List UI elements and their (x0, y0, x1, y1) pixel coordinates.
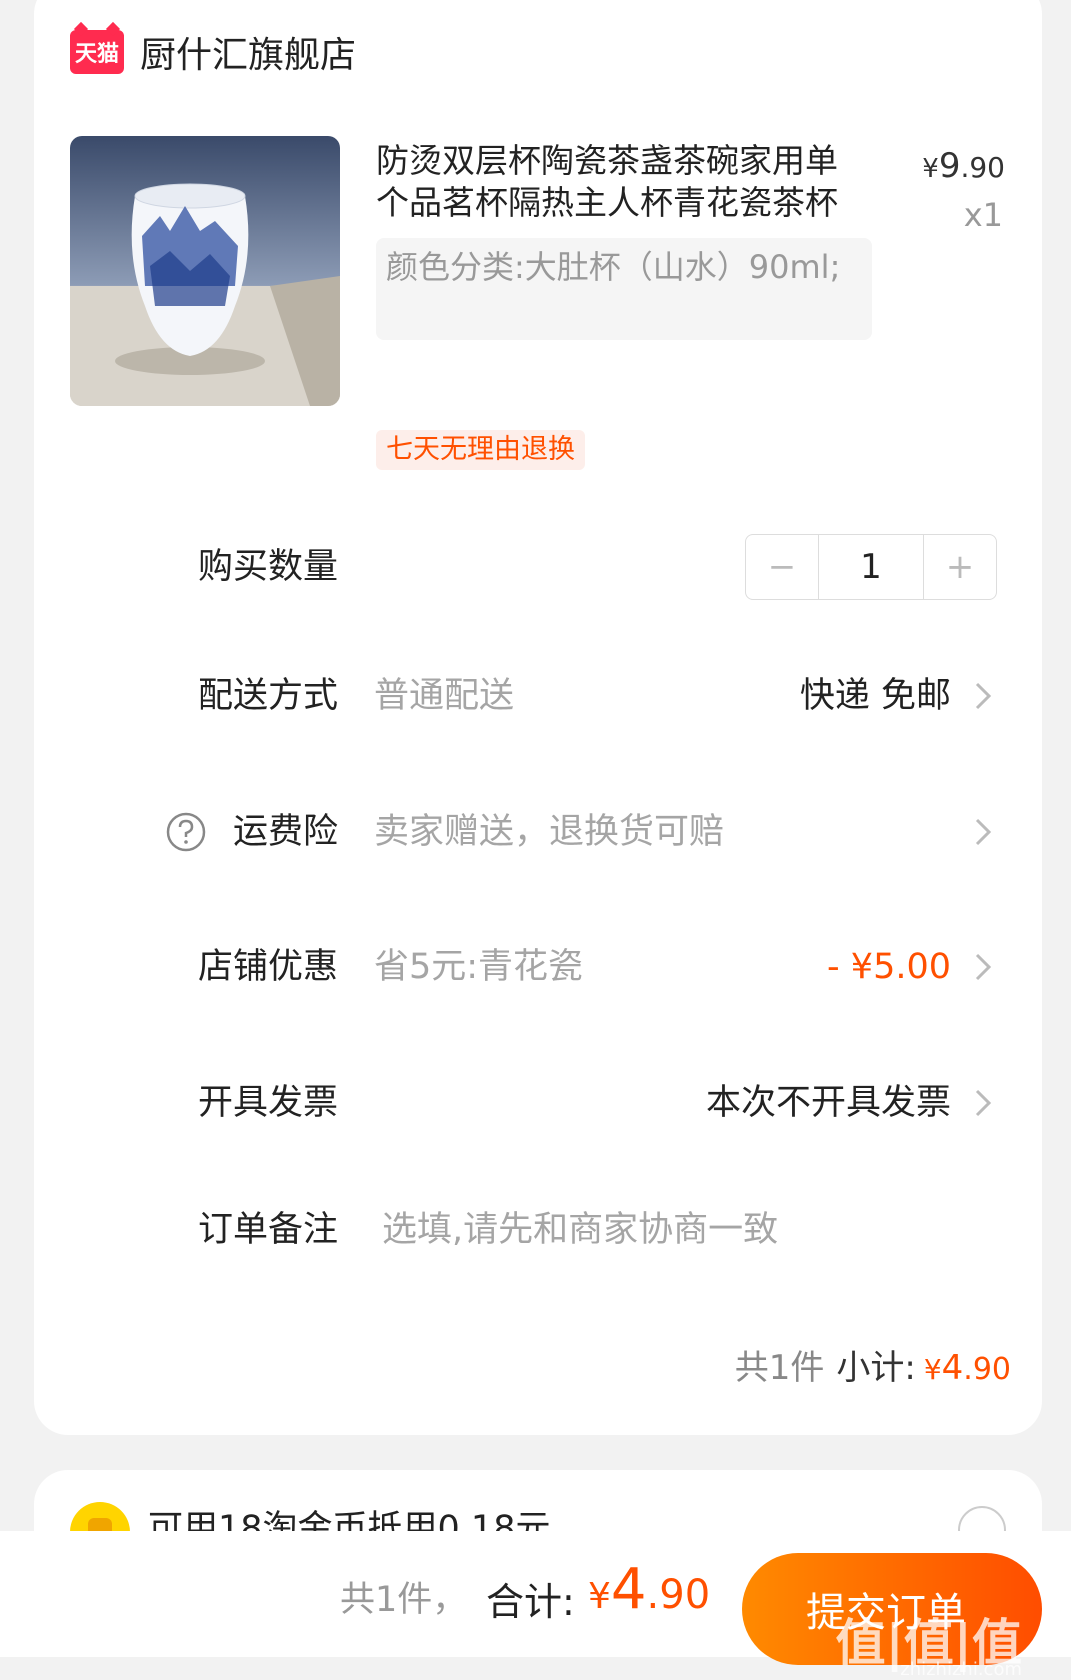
help-icon[interactable] (166, 812, 206, 852)
increase-button[interactable]: + (924, 535, 996, 599)
subtotal-amount: ¥4.90 (924, 1348, 1011, 1388)
total-decimal: .90 (646, 1572, 711, 1618)
total-label: 合计: (486, 1580, 575, 1624)
insurance-label: 运费险 (232, 812, 338, 852)
invoice-value: 本次不开具发票 (705, 1083, 951, 1123)
total-count: 共1件， (340, 1580, 468, 1620)
tmall-logo-icon: 天猫 (70, 30, 124, 74)
shipping-value: 快递 免邮 (799, 676, 951, 716)
subtotal: 共1件 小计: ¥4.90 (735, 1340, 1011, 1389)
subtotal-integer: 4 (941, 1348, 964, 1388)
discount-desc: 省5元:青花瓷 (374, 947, 584, 987)
shop-discount-row[interactable]: 店铺优惠 省5元:青花瓷 - ¥5.00 (0, 937, 1071, 997)
product-title[interactable]: 防烫双层杯陶瓷茶盏茶碗家用单个品茗杯隔热主人杯青花瓷茶杯 (376, 140, 846, 224)
total-currency: ¥ (588, 1576, 611, 1617)
insurance-row[interactable]: 运费险 卖家赠送，退换货可赔 (0, 802, 1071, 862)
product-quantity: x1 (963, 196, 1003, 234)
shipping-row[interactable]: 配送方式 普通配送 快递 免邮 (0, 666, 1071, 726)
price-decimal: .90 (960, 151, 1005, 184)
checkout-bar: 共1件， 合计: ¥4.90 提交订单 值|值|值 zhizhizhi.com (0, 1531, 1071, 1680)
shipping-label: 配送方式 (197, 676, 338, 716)
decrease-button[interactable]: − (746, 535, 818, 599)
watermark-url: zhizhizhi.com (900, 1659, 1022, 1680)
tmall-badge-text: 天猫 (74, 42, 119, 67)
order-note-row: 订单备注 选填,请先和商家协商一致 (0, 1200, 1071, 1260)
shop-name[interactable]: 厨什汇旗舰店 (140, 26, 356, 78)
note-input[interactable]: 选填,请先和商家协商一致 (382, 1200, 778, 1260)
total-amount: ¥4.90 (588, 1557, 710, 1622)
discount-label: 店铺优惠 (197, 947, 338, 987)
quantity-value[interactable]: 1 (818, 535, 924, 599)
chevron-right-icon (975, 953, 992, 981)
teacup-image-icon (70, 136, 340, 406)
chevron-right-icon (975, 818, 992, 846)
return-policy-tag: 七天无理由退换 (376, 430, 585, 470)
shipping-method: 普通配送 (374, 676, 515, 716)
product-image[interactable] (70, 136, 340, 406)
subtotal-decimal: .90 (963, 1352, 1011, 1387)
invoice-row[interactable]: 开具发票 本次不开具发票 (0, 1073, 1071, 1133)
price-currency: ¥ (922, 154, 939, 184)
chevron-right-icon (975, 682, 992, 710)
quantity-label: 购买数量 (197, 547, 338, 587)
subtotal-count: 共1件 (734, 1348, 825, 1388)
price-integer: 9 (938, 146, 961, 186)
note-label: 订单备注 (197, 1210, 338, 1250)
insurance-desc: 卖家赠送，退换货可赔 (374, 812, 725, 852)
quantity-stepper[interactable]: − 1 + (745, 534, 997, 600)
chevron-right-icon (975, 1089, 992, 1117)
subtotal-currency: ¥ (923, 1353, 942, 1386)
quantity-row: 购买数量 − 1 + (0, 534, 1071, 600)
subtotal-label: 小计: (836, 1348, 916, 1388)
total-integer: 4 (610, 1557, 647, 1622)
product-price: ¥9.90 (922, 146, 1005, 186)
shop-header[interactable]: 天猫 厨什汇旗舰店 (70, 22, 356, 82)
submit-order-button[interactable]: 提交订单 值|值|值 zhizhizhi.com (742, 1553, 1042, 1680)
discount-value: - ¥5.00 (827, 947, 951, 987)
invoice-label: 开具发票 (197, 1083, 338, 1123)
sku-selector[interactable]: 颜色分类:大肚杯（山水）90ml; (376, 238, 872, 340)
